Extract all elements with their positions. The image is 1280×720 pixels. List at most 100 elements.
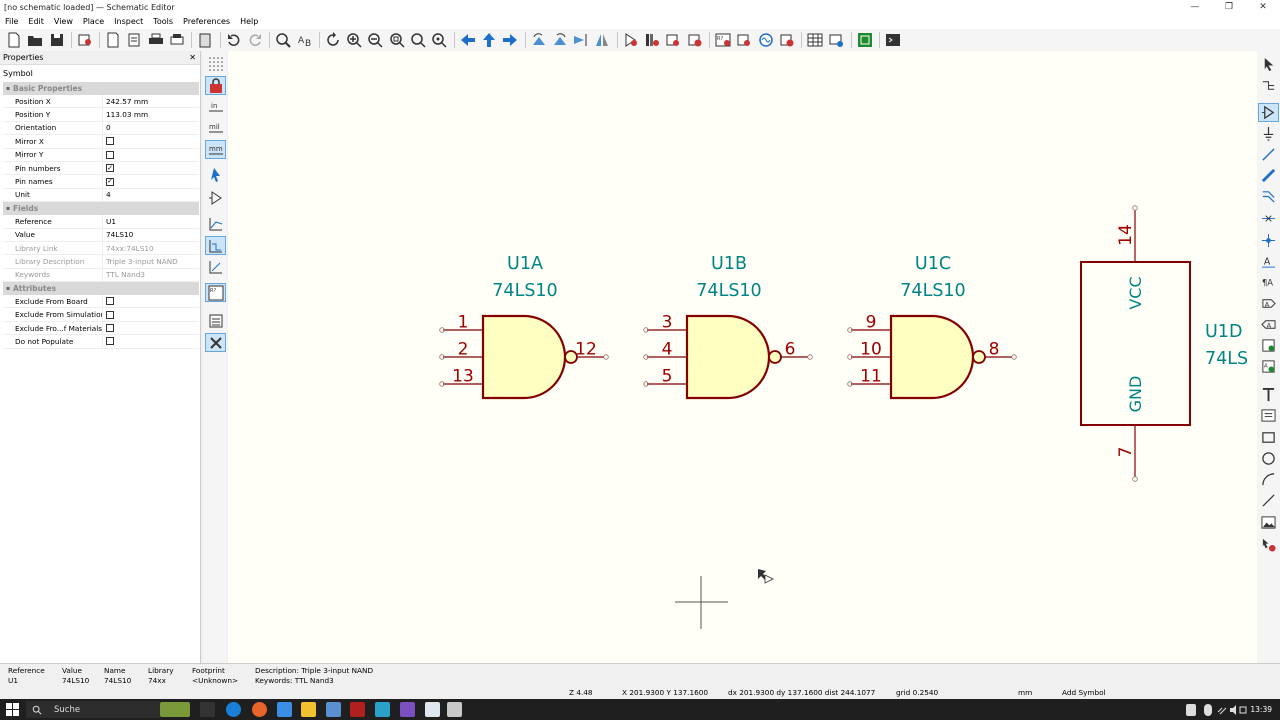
minimize-button[interactable]: — <box>1178 0 1212 14</box>
firefox-icon[interactable] <box>252 702 267 717</box>
line-mode-45-icon[interactable] <box>205 257 226 276</box>
add-label-tool-icon[interactable]: A <box>1258 252 1279 271</box>
navigate-back-icon[interactable] <box>458 30 478 50</box>
symbol-value[interactable]: 74LS <box>1205 349 1248 369</box>
bom-icon[interactable] <box>777 30 797 50</box>
zoom-objects-icon[interactable] <box>408 30 428 50</box>
zoom-in-icon[interactable] <box>344 30 364 50</box>
annotate-icon[interactable] <box>663 30 683 50</box>
add-arc-tool-icon[interactable] <box>1258 470 1279 489</box>
add-hier-label-tool-icon[interactable]: A <box>1258 315 1279 334</box>
orientation-value[interactable]: 0 <box>102 121 199 135</box>
menu-preferences[interactable]: Preferences <box>178 14 235 29</box>
taskbar-search[interactable]: Suche <box>26 701 160 718</box>
add-rectangle-tool-icon[interactable] <box>1258 428 1279 447</box>
grid-toggle-icon[interactable] <box>205 54 226 73</box>
unit-value[interactable]: 4 <box>102 188 199 202</box>
refresh-icon[interactable] <box>323 30 343 50</box>
maximize-button[interactable]: ❐ <box>1212 0 1246 14</box>
edit-fields-icon[interactable]: R? <box>713 30 733 50</box>
prop-pin-numbers[interactable]: Pin numbers ✓ <box>3 161 199 176</box>
prop-orientation[interactable]: Orientation 0 <box>3 121 199 136</box>
prop-dnp[interactable]: Do not Populate <box>3 335 199 349</box>
windows-start-icon[interactable] <box>6 703 19 716</box>
highlight-net-icon[interactable]: R? <box>205 283 226 302</box>
exclude-simulation-checkbox[interactable] <box>106 310 114 319</box>
find-icon[interactable] <box>273 30 293 50</box>
add-textbox-tool-icon[interactable] <box>1258 406 1279 425</box>
grid-overrides-icon[interactable] <box>205 76 226 95</box>
prop-mirror-y[interactable]: Mirror Y <box>3 148 199 162</box>
add-power-tool-icon[interactable] <box>1258 124 1279 143</box>
pin-numbers-checkbox[interactable]: ✓ <box>106 164 114 173</box>
nand-gate-u1c[interactable]: 9 10 11 8 U1C 74LS10 <box>847 254 1017 400</box>
delete-tool-icon[interactable] <box>1258 535 1279 554</box>
close-button[interactable]: ✕ <box>1246 0 1280 14</box>
group-attributes[interactable]: ▪ Attributes <box>3 282 199 296</box>
nand-gate-u1b[interactable]: 3 4 5 6 U1B 74LS10 <box>643 254 813 400</box>
task-view-icon[interactable] <box>200 702 215 717</box>
open-folder-icon[interactable] <box>25 30 45 50</box>
properties-close-button[interactable]: ✕ <box>189 53 196 62</box>
exclude-bom-checkbox[interactable] <box>106 324 114 333</box>
add-line-tool-icon[interactable] <box>1258 491 1279 510</box>
filezilla-icon[interactable] <box>350 702 365 717</box>
add-image-tool-icon[interactable] <box>1258 513 1279 532</box>
symbol-library-icon[interactable] <box>642 30 662 50</box>
mirror-horizontal-icon[interactable] <box>592 30 612 50</box>
symbol-reference[interactable]: U1D <box>1205 322 1242 342</box>
simulator-icon[interactable] <box>756 30 776 50</box>
position-y-value[interactable]: 113.03 mm <box>102 108 199 121</box>
prop-position-y[interactable]: Position Y 113.03 mm <box>3 108 199 122</box>
import-sheet-pin-tool-icon[interactable]: A <box>1258 357 1279 376</box>
erc-icon[interactable] <box>685 30 705 50</box>
units-mm-icon[interactable]: mm <box>205 140 226 159</box>
symbol-reference[interactable]: U1B <box>711 254 747 274</box>
prop-value[interactable]: Value 74LS10 <box>3 228 199 242</box>
units-mils-icon[interactable]: mil <box>205 118 226 137</box>
reference-value[interactable]: U1 <box>102 215 199 228</box>
prop-unit[interactable]: Unit 4 <box>3 188 199 203</box>
mirror-vertical-icon[interactable] <box>571 30 591 50</box>
dnp-checkbox[interactable] <box>106 337 114 346</box>
netlist-export-icon[interactable] <box>826 30 846 50</box>
nand-gate-u1a[interactable]: 121312U1A74LS10 <box>439 254 609 400</box>
mirror-y-checkbox[interactable] <box>106 150 114 159</box>
schematic-drawing[interactable]: 121312U1A74LS103456U1B74LS10910118U1C74L… <box>228 51 1257 663</box>
zoom-selection-icon[interactable] <box>429 30 449 50</box>
paste-icon[interactable] <box>195 30 215 50</box>
app-icon[interactable] <box>277 702 292 717</box>
microphone-icon[interactable] <box>1204 704 1212 716</box>
add-junction-tool-icon[interactable] <box>1258 231 1279 250</box>
line-mode-free-icon[interactable] <box>205 214 226 233</box>
add-global-label-tool-icon[interactable]: A <box>1258 294 1279 313</box>
add-bus-entry-tool-icon[interactable] <box>1258 187 1279 206</box>
file-explorer-icon[interactable] <box>301 702 316 717</box>
scripting-console-icon[interactable] <box>883 30 903 50</box>
prop-reference[interactable]: Reference U1 <box>3 215 199 229</box>
add-symbol-tool-icon[interactable] <box>1258 103 1279 122</box>
rotate-cw-icon[interactable] <box>550 30 570 50</box>
add-circle-tool-icon[interactable] <box>1258 449 1279 468</box>
menu-place[interactable]: Place <box>78 14 109 29</box>
cursor-shape-icon[interactable] <box>205 164 226 183</box>
visual-studio-icon[interactable] <box>400 702 415 717</box>
pcb-editor-icon[interactable] <box>855 30 875 50</box>
add-wire-tool-icon[interactable] <box>1258 145 1279 164</box>
assign-footprints-icon[interactable] <box>734 30 754 50</box>
add-bus-tool-icon[interactable] <box>1258 166 1279 185</box>
symbol-reference[interactable]: U1A <box>507 254 543 274</box>
group-basic-properties[interactable]: ▪ Basic Properties <box>3 82 199 95</box>
widgets-icon[interactable] <box>160 702 190 717</box>
table-icon[interactable] <box>805 30 825 50</box>
prop-pin-names[interactable]: Pin names ✓ <box>3 175 199 189</box>
plot-icon[interactable] <box>124 30 144 50</box>
rotate-ccw-icon[interactable] <box>529 30 549 50</box>
hierarchy-navigator-icon[interactable] <box>205 311 226 330</box>
add-sheet-tool-icon[interactable] <box>1258 336 1279 355</box>
save-icon[interactable] <box>47 30 67 50</box>
navigate-up-icon[interactable] <box>479 30 499 50</box>
tray-icons[interactable] <box>1217 704 1247 716</box>
find-replace-icon[interactable]: AB <box>295 30 315 50</box>
exclude-board-checkbox[interactable] <box>106 297 114 306</box>
